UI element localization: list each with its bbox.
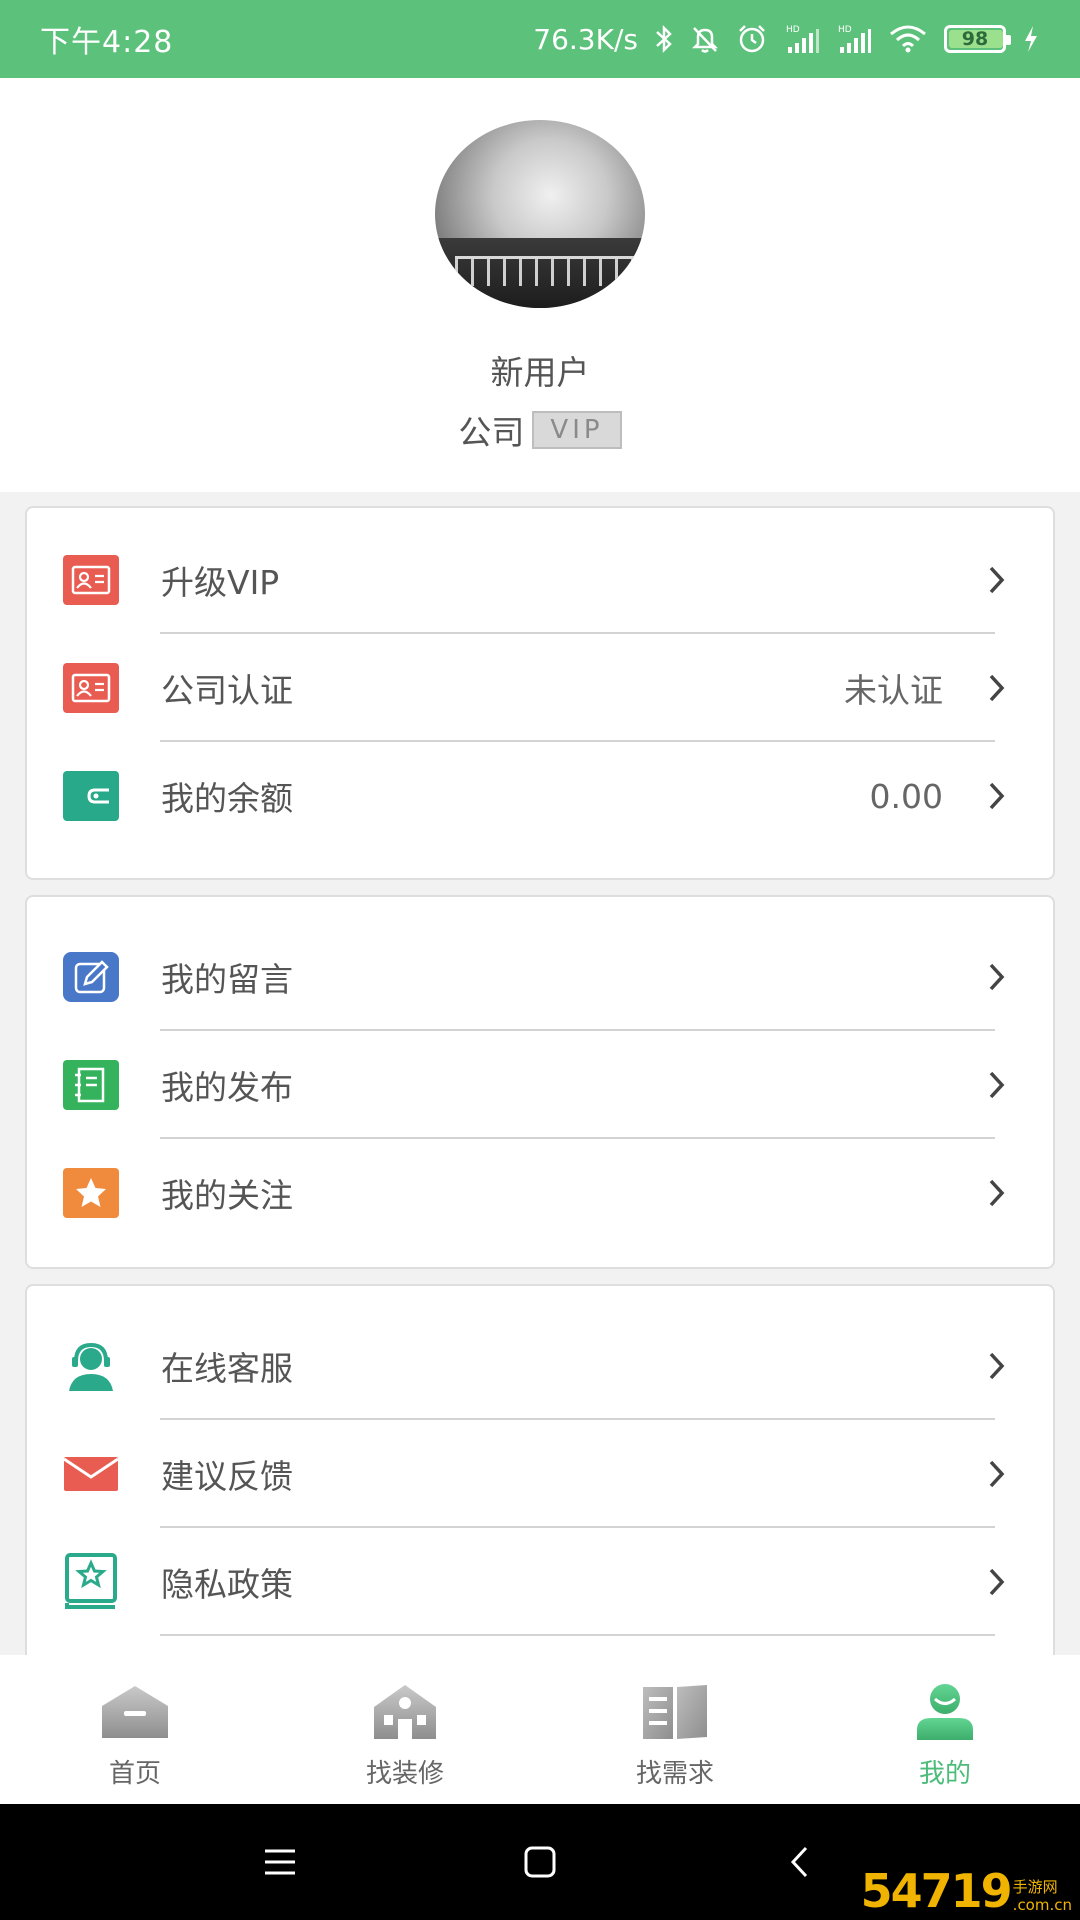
customer-service-icon: [63, 1341, 119, 1391]
status-icons: 76.3K/s HD HD 98: [533, 22, 1040, 56]
menu-item-feedback[interactable]: 建议反馈: [27, 1420, 1053, 1528]
menu-item-upgrade-vip[interactable]: 升级VIP: [27, 526, 1053, 634]
nav-label: 我的: [918, 1759, 971, 1789]
svg-text:HD: HD: [786, 25, 800, 35]
company-label: 公司: [458, 413, 525, 452]
privacy-book-icon: [63, 1553, 119, 1609]
menu-item-label: 隐私政策: [161, 1565, 293, 1604]
chevron-right-icon: [971, 1069, 1023, 1101]
menu-item-label: 公司认证: [161, 671, 293, 710]
nav-label: 找装修: [365, 1759, 444, 1789]
menu-item-label: 我的余额: [161, 779, 293, 818]
balance-value: 0.00: [869, 776, 943, 816]
chevron-right-icon: [971, 1458, 1023, 1490]
username[interactable]: 新用户: [0, 346, 1080, 394]
mute-icon: [690, 22, 720, 56]
profile-header: 新用户 公司 VIP: [0, 78, 1080, 492]
menu-item-my-follows[interactable]: 我的关注: [27, 1139, 1053, 1247]
menu-item-label: 我的关注: [161, 1176, 293, 1215]
status-bar: 下午4:28 76.3K/s HD HD 98: [0, 0, 1080, 78]
status-time: 下午4:28: [40, 25, 174, 60]
network-speed: 76.3K/s: [533, 22, 638, 56]
menu-item-label: 我的留言: [161, 960, 293, 999]
battery-level: 98: [961, 28, 989, 50]
user-icon: [913, 1679, 977, 1745]
edit-icon: [63, 952, 119, 1002]
menu-card-account: 升级VIP 公司认证 未认证 我的余额 0.00: [25, 506, 1055, 880]
watermark-line2: .com.cn: [1012, 1896, 1072, 1914]
watermark-line1: 手游网: [1012, 1878, 1058, 1896]
verification-status: 未认证: [844, 671, 943, 710]
chevron-right-icon: [971, 1177, 1023, 1209]
menu-card-support: 在线客服 建议反馈 隐私政策: [25, 1284, 1055, 1704]
hd-signal-icon: HD: [784, 22, 820, 56]
avatar-railing: [455, 256, 635, 286]
chevron-right-icon: [971, 780, 1023, 812]
building-icon: [370, 1679, 440, 1745]
nav-label: 首页: [108, 1759, 161, 1789]
home-icon: [100, 1679, 170, 1745]
star-icon: [63, 1168, 119, 1218]
menu-card-activity: 我的留言 我的发布 我的关注: [25, 895, 1055, 1269]
divider: [160, 1634, 995, 1636]
battery-icon: 98: [944, 25, 1011, 53]
id-card-icon: [63, 555, 119, 605]
menu-item-label: 在线客服: [161, 1349, 293, 1388]
home-square-icon[interactable]: [510, 1832, 570, 1892]
notebook-icon: [63, 1060, 119, 1110]
tab-home[interactable]: 首页: [0, 1655, 270, 1804]
wallet-icon: [63, 771, 119, 821]
id-card-icon: [63, 663, 119, 713]
chevron-right-icon: [971, 1566, 1023, 1598]
chevron-right-icon: [971, 672, 1023, 704]
bluetooth-icon: [654, 22, 674, 56]
menu-item-online-support[interactable]: 在线客服: [27, 1312, 1053, 1420]
alarm-icon: [736, 22, 768, 56]
chevron-right-icon: [971, 961, 1023, 993]
tab-find-demand[interactable]: 找需求: [540, 1655, 810, 1804]
hd-signal-icon: HD: [836, 22, 872, 56]
watermark-text: 手游网 .com.cn: [1013, 1878, 1072, 1914]
system-nav-bar: 54719 手游网 .com.cn: [0, 1804, 1080, 1920]
menu-item-company-verification[interactable]: 公司认证 未认证: [27, 634, 1053, 742]
watermark-logo: 54719 手游网 .com.cn: [861, 1868, 1072, 1914]
menu-item-label: 建议反馈: [161, 1457, 293, 1496]
menu-item-privacy-policy[interactable]: 隐私政策: [27, 1528, 1053, 1636]
nav-label: 找需求: [635, 1759, 714, 1789]
menu-item-label: 我的发布: [161, 1068, 293, 1107]
chevron-right-icon: [971, 564, 1023, 596]
menu-icon[interactable]: [250, 1832, 310, 1892]
wifi-icon: [888, 22, 928, 56]
mail-icon: [63, 1449, 119, 1499]
avatar[interactable]: [435, 120, 645, 308]
tab-find-renovation[interactable]: 找装修: [270, 1655, 540, 1804]
chevron-right-icon: [971, 1350, 1023, 1382]
menu-item-my-messages[interactable]: 我的留言: [27, 923, 1053, 1031]
menu-item-balance[interactable]: 我的余额 0.00: [27, 742, 1053, 850]
menu-item-label: 升级VIP: [161, 563, 280, 602]
vip-badge: VIP: [532, 411, 622, 449]
back-icon[interactable]: [770, 1832, 830, 1892]
bottom-nav: 首页 找装修 找需求 我的: [0, 1655, 1080, 1804]
svg-text:HD: HD: [838, 25, 852, 35]
company-row: 公司 VIP: [0, 406, 1080, 454]
menu-item-my-posts[interactable]: 我的发布: [27, 1031, 1053, 1139]
open-book-icon: [640, 1679, 710, 1745]
watermark-number: 54719: [860, 1864, 1013, 1918]
charging-icon: [1022, 22, 1040, 56]
tab-mine[interactable]: 我的: [810, 1655, 1080, 1804]
